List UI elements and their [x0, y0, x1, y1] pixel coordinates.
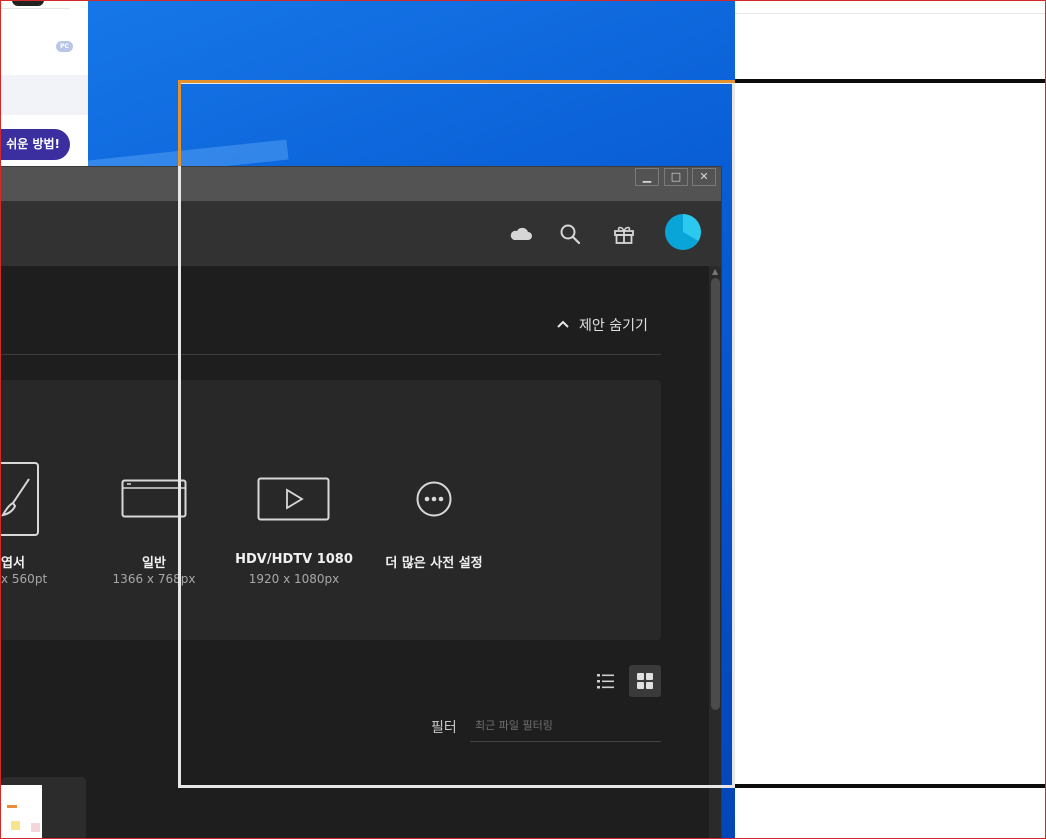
- avatar[interactable]: [665, 214, 701, 250]
- filter-input[interactable]: [470, 710, 661, 742]
- app-window: ▁ □ ✕ 제안 숨기기 엽서 x 560pt 일반 1366 x 768px …: [0, 166, 722, 839]
- preset-name: HDV/HDTV 1080: [235, 552, 353, 567]
- scroll-up-arrow-icon[interactable]: ▲: [712, 267, 718, 276]
- minimize-button[interactable]: ▁: [635, 168, 659, 186]
- site-logo-fragment: [12, 0, 44, 6]
- divider: [0, 8, 70, 9]
- preset-panel: 엽서 x 560pt 일반 1366 x 768px HDV/HDTV 1080…: [1, 380, 661, 640]
- selection-accent-left: [178, 80, 181, 166]
- scroll-thumb[interactable]: [711, 278, 720, 710]
- preset-name: 더 많은 사전 설정: [385, 556, 483, 571]
- list-view-button[interactable]: [589, 665, 621, 697]
- preset-size: 1920 x 1080px: [248, 572, 340, 586]
- section-divider: [1, 354, 661, 355]
- pc-badge: PC: [56, 41, 73, 52]
- chevron-up-icon: [557, 320, 569, 328]
- search-icon[interactable]: [557, 221, 583, 247]
- preset-name: 일반: [142, 556, 166, 571]
- maximize-button[interactable]: □: [664, 168, 688, 186]
- recent-file-card[interactable]: [1, 777, 86, 838]
- black-guide-line-bottom: [735, 784, 1046, 788]
- vertical-scrollbar[interactable]: ▲: [709, 266, 721, 838]
- grid-view-button[interactable]: [629, 665, 661, 697]
- window-titlebar[interactable]: ▁ □ ✕: [1, 167, 721, 201]
- more-options-icon: [416, 481, 452, 517]
- hide-suggestions-label: 제안 숨기기: [579, 318, 648, 334]
- list-view-icon: [597, 674, 614, 689]
- preset-size: x 560pt: [1, 572, 48, 586]
- preset-name: 엽서: [1, 556, 25, 571]
- right-blank-area: [735, 0, 1046, 839]
- browser-gray-strip: [0, 75, 88, 115]
- filter-label: 필터: [431, 720, 457, 736]
- recent-file-thumbnail: [1, 785, 42, 838]
- promo-button[interactable]: 쉬운 방법!: [0, 129, 70, 160]
- home-content: 제안 숨기기 엽서 x 560pt 일반 1366 x 768px HDV/HD…: [1, 266, 709, 838]
- browser-window-icon: [121, 479, 187, 518]
- browser-fragment: PC 쉬운 방법!: [0, 0, 88, 166]
- close-button[interactable]: ✕: [692, 168, 716, 186]
- grid-view-icon: [637, 673, 653, 689]
- hide-suggestions-button[interactable]: 제안 숨기기: [555, 316, 648, 336]
- brush-icon: [1, 462, 39, 536]
- gift-icon[interactable]: [611, 221, 637, 247]
- app-header: [1, 201, 721, 266]
- divider: [735, 13, 1046, 14]
- cloud-icon[interactable]: [508, 221, 534, 247]
- selection-accent-top: [178, 80, 735, 83]
- preset-size: 1366 x 768px: [112, 572, 196, 586]
- video-play-icon: [257, 477, 330, 521]
- black-guide-line-top: [735, 79, 1046, 83]
